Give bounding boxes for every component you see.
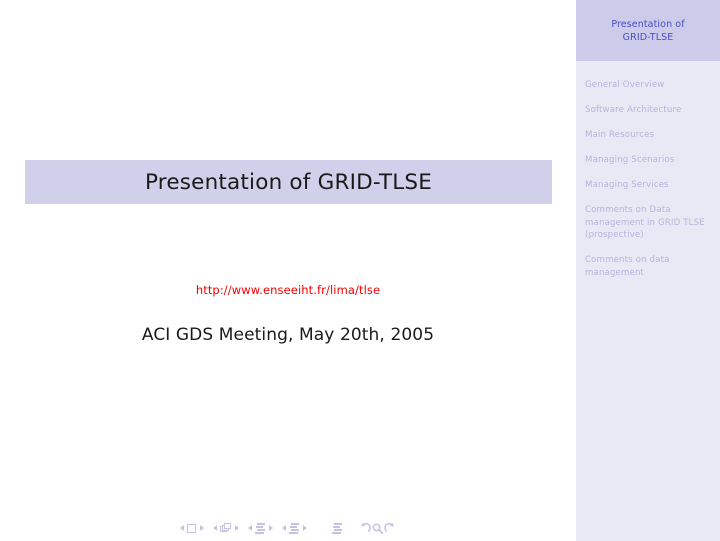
- sidebar-header-line1: Presentation of: [611, 18, 685, 30]
- section-icon[interactable]: [289, 522, 299, 534]
- previous-section-icon[interactable]: [281, 525, 286, 531]
- sidebar-item-comments-on-data-management[interactable]: Comments on data management: [585, 254, 713, 279]
- subsection-icon[interactable]: [255, 522, 265, 534]
- next-slide-icon[interactable]: [199, 525, 204, 531]
- nav-group-frame: [212, 523, 239, 533]
- nav-group-section: [281, 522, 307, 534]
- sidebar-item-software-architecture[interactable]: Software Architecture: [585, 104, 713, 116]
- title-band: Presentation of GRID-TLSE: [25, 160, 552, 204]
- sidebar-header-line2: GRID-TLSE: [622, 31, 674, 43]
- sidebar-header[interactable]: Presentation of GRID-TLSE: [576, 0, 720, 61]
- previous-frame-icon[interactable]: [212, 525, 217, 531]
- sidebar: Presentation of GRID-TLSE General Overvi…: [576, 0, 720, 541]
- next-section-icon[interactable]: [302, 525, 307, 531]
- search-icon[interactable]: [371, 522, 384, 535]
- nav-group-history: [358, 522, 397, 535]
- slide-icon[interactable]: [187, 523, 196, 533]
- sidebar-item-main-resources[interactable]: Main Resources: [585, 129, 713, 141]
- sidebar-item-managing-scenarios[interactable]: Managing Scenarios: [585, 154, 713, 166]
- project-url-link[interactable]: http://www.enseeiht.fr/lima/tlse: [196, 283, 380, 297]
- url-line: http://www.enseeiht.fr/lima/tlse: [0, 279, 576, 298]
- beamer-navigation-bar: [0, 518, 576, 538]
- event-subtitle: ACI GDS Meeting, May 20th, 2005: [141, 325, 435, 345]
- meeting-line: ACI GDS Meeting, May 20th, 2005: [0, 325, 576, 345]
- next-frame-icon[interactable]: [234, 525, 239, 531]
- slide-main-content: Presentation of GRID-TLSE http://www.ens…: [0, 0, 576, 541]
- next-subsection-icon[interactable]: [268, 525, 273, 531]
- sidebar-nav: General Overview Software Architecture M…: [585, 79, 713, 292]
- sidebar-item-managing-services[interactable]: Managing Services: [585, 179, 713, 191]
- nav-group-slide: [179, 523, 204, 533]
- slide-title: Presentation of GRID-TLSE: [144, 169, 433, 195]
- presentation-slide: Presentation of GRID-TLSE http://www.ens…: [0, 0, 720, 541]
- sidebar-header-title: Presentation of GRID-TLSE: [605, 18, 690, 44]
- nav-group-subsection: [247, 522, 273, 534]
- sidebar-item-general-overview[interactable]: General Overview: [585, 79, 713, 91]
- document-icon[interactable]: [331, 522, 342, 534]
- back-arrow-icon[interactable]: [358, 522, 371, 535]
- frames-icon[interactable]: [220, 523, 231, 533]
- previous-slide-icon[interactable]: [179, 525, 184, 531]
- previous-subsection-icon[interactable]: [247, 525, 252, 531]
- sidebar-item-comments-on-data-management-in-grid-tlse[interactable]: Comments on Data management in GRID TLSE…: [585, 204, 713, 241]
- forward-arrow-icon[interactable]: [383, 522, 397, 535]
